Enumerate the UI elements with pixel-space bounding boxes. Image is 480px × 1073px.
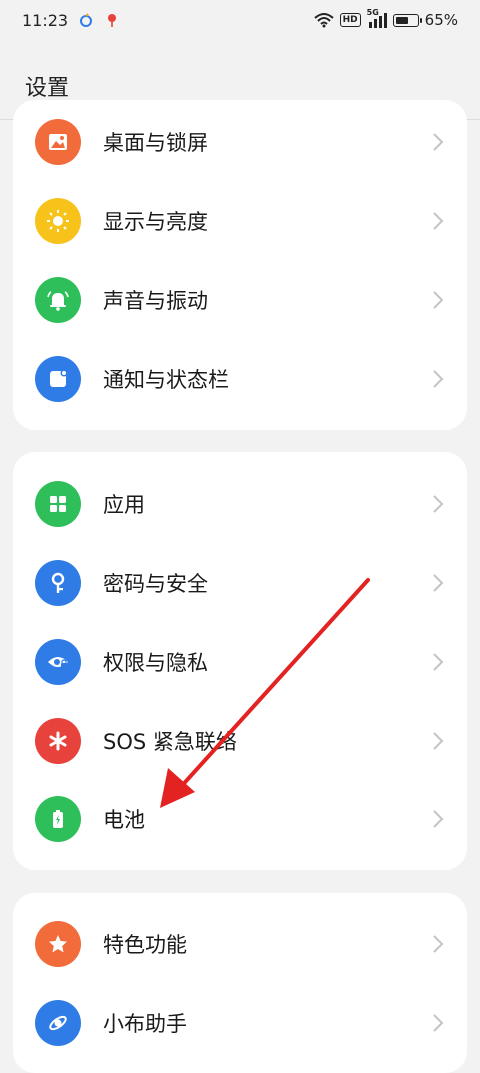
settings-item-permissions-privacy[interactable]: 权限与隐私 <box>13 623 467 701</box>
settings-item-sos-emergency[interactable]: SOS 紧急联络 <box>13 702 467 780</box>
chevron-right-icon <box>433 574 444 592</box>
wifi-icon <box>313 13 334 28</box>
star-icon <box>35 921 81 967</box>
wallpaper-icon <box>35 119 81 165</box>
settings-item-label: 通知与状态栏 <box>103 368 229 392</box>
settings-group-personalization: 桌面与锁屏 显示与亮度 声音与振动 通知与状态栏 <box>13 100 467 430</box>
key-icon <box>35 560 81 606</box>
settings-item-sound-vibration[interactable]: 声音与振动 <box>13 261 467 339</box>
settings-item-apps[interactable]: 应用 <box>13 465 467 543</box>
location-pin-icon <box>108 14 117 27</box>
chevron-right-icon <box>433 133 444 151</box>
settings-item-notifications-statusbar[interactable]: 通知与状态栏 <box>13 340 467 418</box>
battery-percent: 65% <box>424 11 458 29</box>
status-bar: 11:23 HD 5G 65% <box>0 0 480 40</box>
notification-icon <box>35 356 81 402</box>
settings-item-display-brightness[interactable]: 显示与亮度 <box>13 182 467 260</box>
chevron-right-icon <box>433 935 444 953</box>
chevron-right-icon <box>433 291 444 309</box>
settings-item-label: SOS 紧急联络 <box>103 730 237 754</box>
settings-item-label: 桌面与锁屏 <box>103 131 208 155</box>
settings-item-wallpaper-lockscreen[interactable]: 桌面与锁屏 <box>13 103 467 181</box>
bell-icon <box>35 277 81 323</box>
chevron-right-icon <box>433 653 444 671</box>
battery-indicator-icon <box>392 13 422 27</box>
settings-item-special-features[interactable]: 特色功能 <box>13 905 467 983</box>
settings-group-system: 应用 密码与安全 权限与隐私 SOS 紧急联络 电池 <box>13 452 467 870</box>
settings-item-label: 声音与振动 <box>103 289 208 313</box>
sos-asterisk-icon <box>35 718 81 764</box>
chevron-right-icon <box>433 810 444 828</box>
chevron-right-icon <box>433 370 444 388</box>
activity-ring-icon <box>80 13 93 27</box>
settings-item-battery[interactable]: 电池 <box>13 780 467 858</box>
settings-item-label: 显示与亮度 <box>103 210 208 234</box>
chevron-right-icon <box>433 212 444 230</box>
settings-item-xiaobu-assistant[interactable]: 小布助手 <box>13 984 467 1062</box>
chevron-right-icon <box>433 1014 444 1032</box>
settings-item-label: 密码与安全 <box>103 572 208 596</box>
battery-level <box>395 16 408 24</box>
network-type: 5G <box>366 8 379 17</box>
settings-item-label: 特色功能 <box>103 933 187 957</box>
brightness-icon <box>35 198 81 244</box>
settings-group-features: 特色功能 小布助手 <box>13 893 467 1073</box>
settings-item-password-security[interactable]: 密码与安全 <box>13 544 467 622</box>
hd-badge-icon: HD <box>339 13 361 27</box>
apps-icon <box>35 481 81 527</box>
settings-item-label: 电池 <box>103 808 145 832</box>
privacy-eye-icon <box>35 639 81 685</box>
page-title: 设置 <box>25 76 70 101</box>
settings-item-label: 小布助手 <box>103 1012 187 1036</box>
settings-item-label: 权限与隐私 <box>103 651 208 675</box>
signal-icon: 5G <box>367 8 387 28</box>
settings-item-label: 应用 <box>103 493 145 517</box>
battery-icon <box>35 796 81 842</box>
chevron-right-icon <box>433 732 444 750</box>
status-time: 11:23 <box>22 10 69 30</box>
assistant-icon <box>35 1000 81 1046</box>
chevron-right-icon <box>433 495 444 513</box>
